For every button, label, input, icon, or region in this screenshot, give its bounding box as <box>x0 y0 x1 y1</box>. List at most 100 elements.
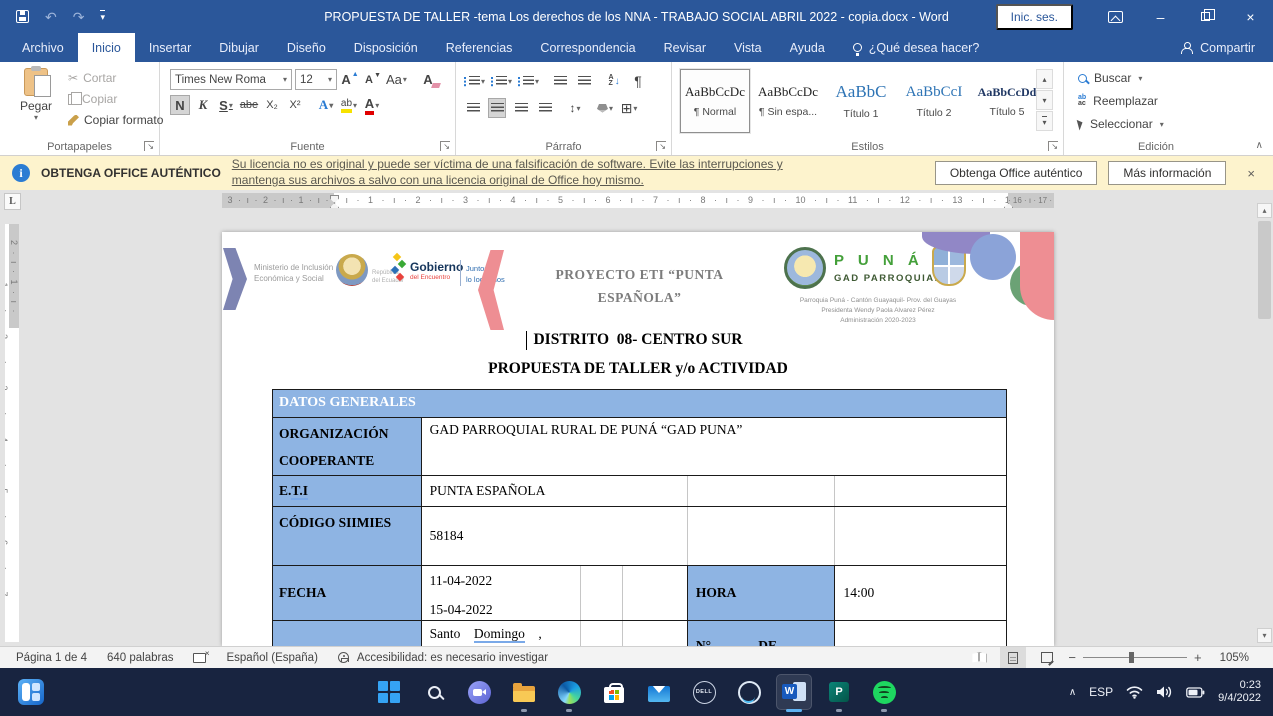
proofing-status[interactable]: × <box>183 653 216 663</box>
tab-diseno[interactable]: Diseño <box>273 33 340 62</box>
language-indicator[interactable]: Español (España) <box>216 652 327 664</box>
more-info-button[interactable]: Más información <box>1108 161 1226 185</box>
text-effects-button[interactable]: A▾ <box>316 95 336 115</box>
lugar-value-cell[interactable]: Santo Domingo , <box>421 621 581 646</box>
paste-button[interactable]: Pegar ▾ <box>10 68 62 122</box>
justify-button[interactable] <box>536 98 554 118</box>
multilevel-list-button[interactable]: ▾ <box>518 71 539 91</box>
wifi-icon[interactable] <box>1126 685 1143 699</box>
empty-cell[interactable] <box>834 507 1006 565</box>
taskbar-search-button[interactable] <box>414 670 454 714</box>
redo-icon[interactable]: ↷ <box>73 10 85 24</box>
file-explorer-button[interactable] <box>504 670 544 714</box>
hora-value-cell[interactable]: 14:00 <box>834 566 1006 620</box>
scroll-up-button[interactable]: ▴ <box>1257 203 1272 218</box>
ribbon-display-options-button[interactable] <box>1093 0 1138 33</box>
styles-dialog-launcher[interactable]: ↘ <box>1048 141 1058 151</box>
fecha-label-cell[interactable]: FECHA <box>273 566 421 620</box>
style-normal[interactable]: AaBbCcDc ¶ Normal <box>680 69 750 133</box>
zoom-out-button[interactable]: − <box>1068 650 1076 665</box>
eti-value-cell[interactable]: PUNTA ESPAÑOLA <box>421 476 687 506</box>
org-value-cell[interactable]: GAD PARROQUIAL RURAL DE PUNÁ “GAD PUNA” <box>421 418 1006 475</box>
restore-button[interactable] <box>1183 0 1228 33</box>
partial-label-cell[interactable]: N° DE <box>687 621 835 646</box>
clear-formatting-button[interactable]: A <box>418 70 438 90</box>
get-genuine-office-button[interactable]: Obtenga Office auténtico <box>935 161 1098 185</box>
zoom-slider-handle[interactable] <box>1129 652 1134 663</box>
empty-cell[interactable] <box>580 621 622 646</box>
style-titulo-5[interactable]: AaBbCcDd Título 5 <box>972 69 1042 133</box>
document-page[interactable]: Ministerio de Inclusión Económica y Soci… <box>222 232 1054 646</box>
bullets-button[interactable]: ▾ <box>464 71 485 91</box>
project-title[interactable]: PROYECTO ETI “PUNTA ESPAÑOLA” <box>522 264 757 310</box>
microsoft-store-button[interactable] <box>594 670 634 714</box>
lugar-label-cell[interactable] <box>273 621 421 646</box>
tray-expand-icon[interactable]: ∧ <box>1069 687 1076 698</box>
undo-icon[interactable]: ↶ <box>45 10 57 24</box>
strikethrough-button[interactable]: abe <box>239 95 259 115</box>
collapse-ribbon-button[interactable]: ∧ <box>1256 140 1263 151</box>
tab-dibujar[interactable]: Dibujar <box>205 33 273 62</box>
start-button[interactable] <box>369 670 409 714</box>
fecha-value-cell[interactable]: 11-04-2022 15-04-2022 <box>421 566 581 620</box>
mail-button[interactable] <box>639 670 679 714</box>
subscript-button[interactable]: X₂ <box>262 95 282 115</box>
grow-font-button[interactable]: A▲ <box>340 70 360 90</box>
change-case-button[interactable]: Aa▾ <box>386 70 407 90</box>
tab-ayuda[interactable]: Ayuda <box>776 33 839 62</box>
tab-stop-selector[interactable]: L <box>4 193 21 210</box>
styles-scroll-down-button[interactable]: ▾ <box>1036 90 1053 110</box>
font-dialog-launcher[interactable]: ↘ <box>440 141 450 151</box>
underline-button[interactable]: S▾ <box>216 95 236 115</box>
section-header-cell[interactable]: DATOS GENERALES <box>273 390 1006 417</box>
select-button[interactable]: Seleccionar ▾ <box>1078 117 1164 131</box>
paste-dropdown-icon[interactable]: ▾ <box>10 113 62 122</box>
numbering-button[interactable]: ▾ <box>491 71 512 91</box>
empty-cell[interactable] <box>834 476 1006 506</box>
minimize-button[interactable]: – <box>1138 0 1183 33</box>
teams-chat-button[interactable] <box>459 670 499 714</box>
banner-close-icon[interactable]: × <box>1247 166 1255 181</box>
clock[interactable]: 0:23 9/4/2022 <box>1218 679 1261 705</box>
empty-cell[interactable] <box>834 621 1006 646</box>
bold-button[interactable]: N <box>170 95 190 115</box>
shrink-font-button[interactable]: A▲ <box>363 70 383 90</box>
spotify-button[interactable] <box>864 670 904 714</box>
tab-insertar[interactable]: Insertar <box>135 33 205 62</box>
keyboard-language[interactable]: ESP <box>1089 685 1113 699</box>
accessibility-status[interactable]: Accesibilidad: es necesario investigar <box>328 652 558 664</box>
style-no-spacing[interactable]: AaBbCcDc ¶ Sin espa... <box>753 69 823 133</box>
web-layout-button[interactable] <box>1034 647 1060 668</box>
battery-icon[interactable] <box>1186 687 1205 698</box>
tab-vista[interactable]: Vista <box>720 33 776 62</box>
styles-scroll-up-button[interactable]: ▴ <box>1036 69 1053 89</box>
save-icon[interactable] <box>16 10 29 23</box>
tab-revisar[interactable]: Revisar <box>650 33 720 62</box>
empty-cell[interactable] <box>687 507 835 565</box>
tab-disposicion[interactable]: Disposición <box>340 33 432 62</box>
vertical-scrollbar[interactable]: ▴ ▾ <box>1256 190 1273 646</box>
word-taskbar-button[interactable]: W <box>774 670 814 714</box>
empty-cell[interactable] <box>622 566 687 620</box>
font-color-button[interactable]: A▾ <box>362 95 382 115</box>
tab-referencias[interactable]: Referencias <box>432 33 527 62</box>
copy-button[interactable]: Copiar <box>68 92 163 106</box>
read-mode-button[interactable] <box>966 647 992 668</box>
style-titulo-1[interactable]: AaBbC Título 1 <box>826 69 896 133</box>
edge-button[interactable] <box>549 670 589 714</box>
align-center-button[interactable] <box>488 98 506 118</box>
page-indicator[interactable]: Página 1 de 4 <box>0 652 97 664</box>
align-left-button[interactable] <box>464 98 482 118</box>
codigo-value-cell[interactable]: 58184 <box>421 507 687 565</box>
sort-button[interactable]: AZ↓ <box>605 71 623 91</box>
codigo-label-cell[interactable]: CÓDIGO SIIMIES <box>273 507 421 565</box>
highlight-button[interactable]: ab▾ <box>339 95 359 115</box>
show-marks-button[interactable]: ¶ <box>629 71 647 91</box>
org-label-cell[interactable]: ORGANIZACIÓN COOPERANTE <box>273 418 421 475</box>
borders-button[interactable]: ⊞▾ <box>620 98 638 118</box>
cut-button[interactable]: ✂ Cortar <box>68 71 163 85</box>
tab-inicio[interactable]: Inicio <box>78 33 135 62</box>
replace-button[interactable]: abac Reemplazar <box>1078 94 1158 108</box>
clipboard-dialog-launcher[interactable]: ↘ <box>144 141 154 151</box>
scroll-down-button[interactable]: ▾ <box>1257 628 1272 643</box>
